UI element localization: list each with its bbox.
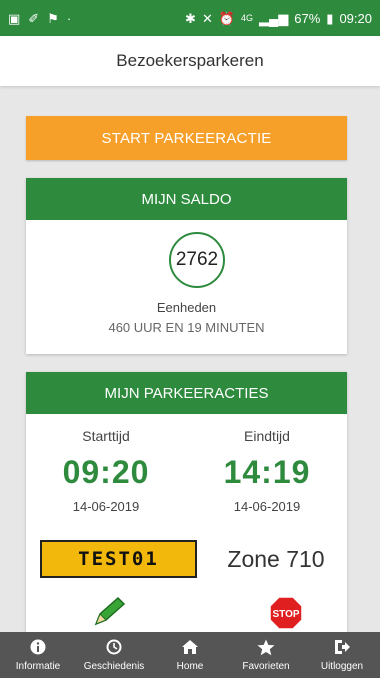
tab-geschiedenis[interactable]: Geschiedenis	[76, 639, 152, 672]
network-type: 4G	[241, 13, 254, 23]
tab-label-uitloggen: Uitloggen	[320, 660, 364, 672]
units-value: 2762	[175, 249, 219, 270]
parking-actions-header: MIJN PARKEERACTIES	[26, 372, 347, 414]
star-icon	[257, 639, 275, 659]
clock-icon	[106, 639, 122, 659]
mute-icon: ✕	[201, 10, 213, 26]
end-time-column: Eindtijd 14:19 14-06-2019	[187, 428, 347, 514]
gallery-icon: ▣	[8, 10, 21, 26]
status-left-icons: ▣ ✐ ⚑ ·	[8, 12, 71, 25]
units-balance-circle: 2762	[169, 232, 225, 288]
home-icon	[181, 639, 199, 659]
stop-parking-icon[interactable]: STOP	[269, 596, 303, 630]
saldo-title: MIJN SALDO	[141, 190, 232, 208]
edit-parking-pencil-icon[interactable]	[90, 594, 130, 628]
logout-icon	[333, 639, 351, 659]
status-right-icons: ✱ ✕ ⏰ 4G ▂▄▆ 67% ▮ 09:20	[185, 11, 372, 26]
tab-label-geschiedenis: Geschiedenis	[83, 660, 145, 672]
clock: 09:20	[339, 10, 372, 26]
battery-percentage: 67%	[294, 10, 321, 26]
tab-uitloggen[interactable]: Uitloggen	[304, 639, 380, 672]
flag-icon: ⚑	[47, 10, 59, 26]
parking-actions-title: MIJN PARKEERACTIES	[104, 384, 269, 402]
tab-label-home: Home	[176, 660, 204, 672]
license-plate: TEST01	[40, 540, 197, 578]
end-time-label: Eindtijd	[244, 428, 290, 444]
bluetooth-icon: ✱	[185, 10, 196, 26]
status-bar: ▣ ✐ ⚑ · ✱ ✕ ⏰ 4G ▂▄▆ 67% ▮ 09:20	[0, 0, 380, 36]
time-remaining: 460 UUR EN 19 MINUTEN	[108, 320, 265, 335]
end-time-value: 14:19	[223, 454, 311, 490]
main-content: START PARKEERACTIE MIJN SALDO 2762 Eenhe…	[0, 86, 380, 632]
notification-icon: ✐	[28, 10, 40, 26]
stop-label: STOP	[272, 609, 299, 620]
tab-informatie[interactable]: Informatie	[0, 639, 76, 672]
start-time-column: Starttijd 09:20 14-06-2019	[26, 428, 186, 514]
saldo-card-header: MIJN SALDO	[26, 178, 347, 220]
battery-icon: ▮	[326, 10, 334, 26]
end-date-value: 14-06-2019	[233, 499, 301, 514]
tab-label-favorieten: Favorieten	[242, 660, 290, 672]
parking-zone: Zone 710	[227, 545, 325, 572]
start-date-value: 14-06-2019	[72, 499, 140, 514]
signal-icon: ▂▄▆	[259, 10, 289, 26]
tab-label-informatie: Informatie	[15, 660, 61, 672]
start-time-value: 09:20	[62, 454, 150, 490]
alarm-icon: ⏰	[218, 10, 236, 26]
saldo-card: MIJN SALDO 2762 Eenheden 460 UUR EN 19 M…	[26, 178, 347, 354]
start-time-label: Starttijd	[82, 428, 130, 444]
page-title: Bezoekersparkeren	[116, 51, 264, 70]
tab-home[interactable]: Home	[152, 639, 228, 672]
dot-icon: ·	[66, 10, 72, 26]
tab-favorieten[interactable]: Favorieten	[228, 639, 304, 672]
start-parking-button[interactable]: START PARKEERACTIE	[26, 116, 347, 160]
app-header: Bezoekersparkeren	[0, 36, 380, 86]
bottom-tab-bar: Informatie Geschiedenis Home Favorieten …	[0, 632, 380, 678]
parking-actions-card: MIJN PARKEERACTIES Starttijd 09:20 14-06…	[26, 372, 347, 632]
info-icon	[30, 639, 46, 659]
units-label: Eenheden	[156, 300, 217, 315]
